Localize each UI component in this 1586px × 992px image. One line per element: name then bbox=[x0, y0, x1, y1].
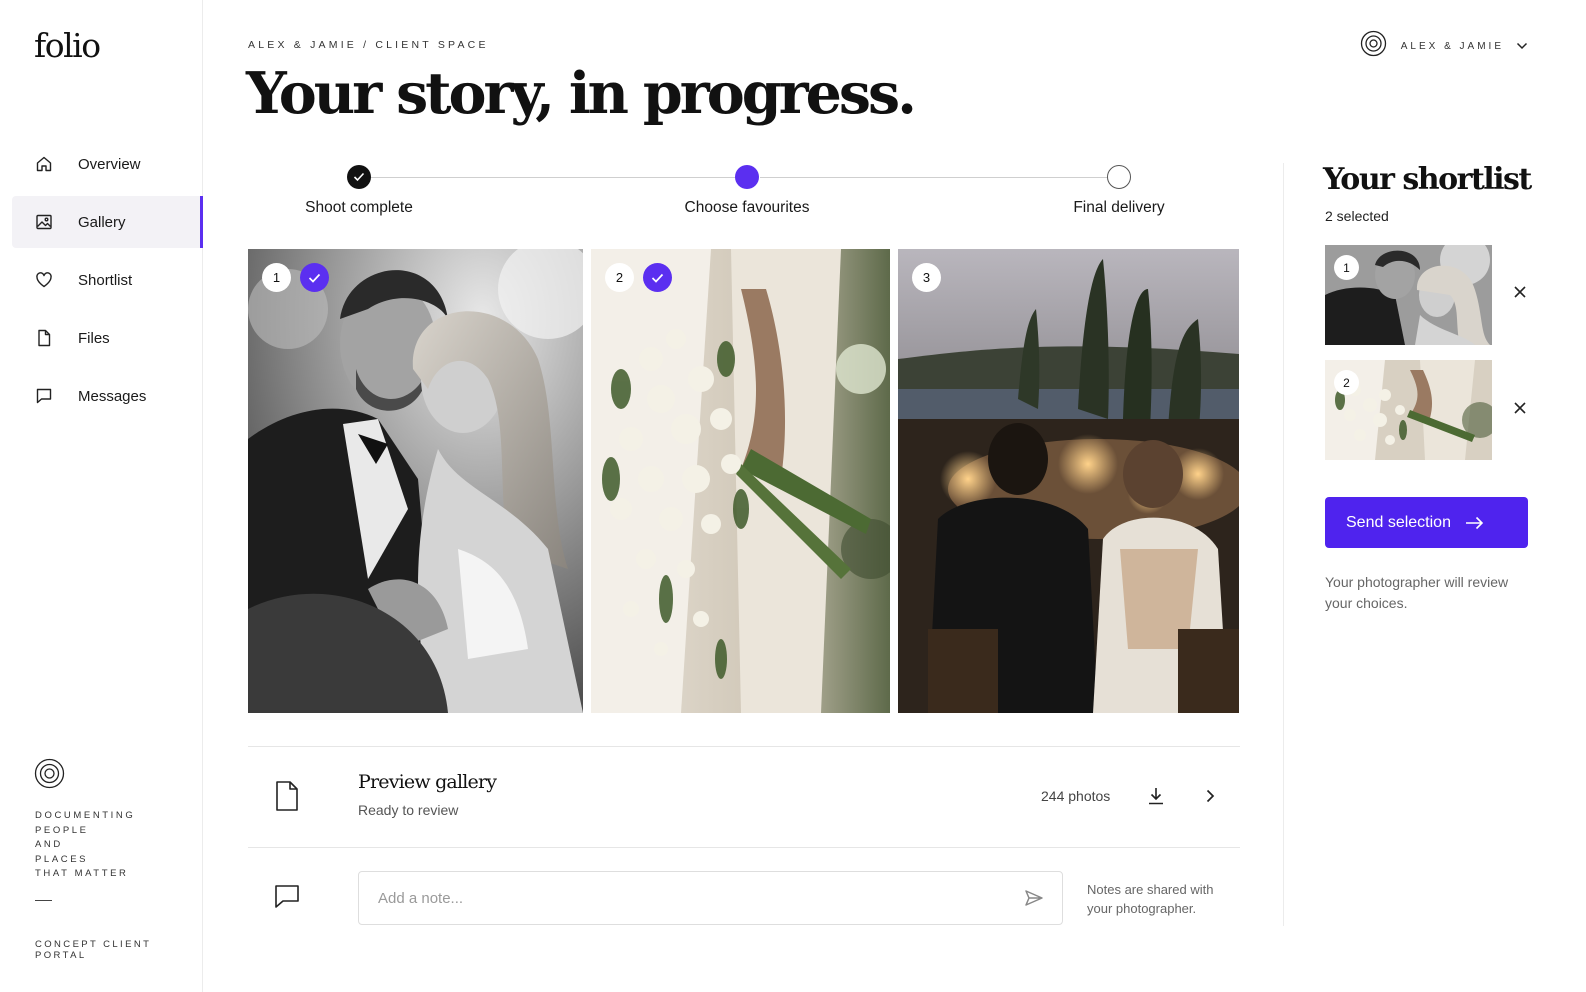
breadcrumb[interactable]: ALEX & JAMIE / CLIENT SPACE bbox=[248, 39, 489, 51]
shortlist-title: Your shortlist bbox=[1323, 162, 1532, 197]
shortlist-thumb-2[interactable]: 2 bbox=[1325, 360, 1492, 460]
footer-label: CONCEPT CLIENT PORTAL bbox=[35, 939, 152, 961]
step-current-icon bbox=[735, 165, 759, 189]
selected-check-icon[interactable] bbox=[300, 263, 329, 292]
step-done-icon bbox=[347, 165, 371, 189]
note-field[interactable] bbox=[358, 871, 1063, 925]
heart-icon bbox=[34, 270, 54, 290]
sidebar-item-label: Gallery bbox=[78, 213, 126, 231]
file-icon bbox=[34, 328, 54, 348]
sidebar-item-label: Messages bbox=[78, 387, 147, 405]
concentric-mark-icon bbox=[34, 758, 65, 794]
step-label-shoot-complete: Shoot complete bbox=[305, 199, 413, 216]
home-icon bbox=[34, 154, 54, 174]
sidebar-item-label: Shortlist bbox=[78, 271, 133, 289]
account-name: ALEX & JAMIE bbox=[1400, 40, 1504, 52]
chevron-right-icon[interactable] bbox=[1200, 786, 1220, 811]
logo[interactable]: folio bbox=[34, 26, 101, 65]
divider bbox=[35, 900, 52, 901]
step-connector bbox=[760, 177, 1107, 178]
sidebar-item-files[interactable]: Files bbox=[12, 312, 203, 364]
sidebar-item-gallery[interactable]: Gallery bbox=[12, 196, 203, 248]
arrow-right-icon bbox=[1465, 516, 1484, 530]
shortlist-count: 2 selected bbox=[1325, 208, 1389, 224]
photo-number-badge: 1 bbox=[262, 263, 291, 292]
send-icon[interactable] bbox=[1024, 888, 1044, 913]
step-connector bbox=[370, 177, 748, 178]
shortlist-thumb-1[interactable]: 1 bbox=[1325, 245, 1492, 345]
photo-count: 244 photos bbox=[1041, 788, 1111, 804]
sidebar-item-overview[interactable]: Overview bbox=[12, 138, 203, 190]
gallery-photo-3[interactable]: 3 bbox=[898, 249, 1239, 713]
sidebar-item-label: Files bbox=[78, 329, 110, 347]
divider bbox=[248, 746, 1240, 747]
preview-gallery-status: Ready to review bbox=[358, 802, 459, 818]
sidebar-nav: Overview Gallery Shortlist Files Message… bbox=[12, 138, 203, 428]
gallery-photo-1[interactable]: 1 bbox=[248, 249, 583, 713]
divider bbox=[248, 847, 1240, 848]
image-icon bbox=[34, 212, 54, 232]
message-icon bbox=[273, 882, 301, 915]
account-menu[interactable]: ALEX & JAMIE bbox=[1360, 30, 1528, 62]
step-label-final-delivery: Final delivery bbox=[1073, 199, 1165, 216]
remove-close-icon[interactable] bbox=[1512, 284, 1528, 305]
photo-number-badge: 2 bbox=[605, 263, 634, 292]
shortlist-help-text: Your photographer will review your choic… bbox=[1325, 574, 1509, 611]
sidebar-item-label: Overview bbox=[78, 155, 141, 173]
step-label-choose-favourites: Choose favourites bbox=[684, 199, 810, 216]
message-icon bbox=[34, 386, 54, 406]
chevron-down-icon bbox=[1516, 37, 1528, 55]
progress-stepper: Shoot complete Choose favourites Final d… bbox=[248, 163, 1240, 223]
sidebar: folio Overview Gallery Shortlist Files M… bbox=[0, 0, 203, 992]
send-selection-label: Send selection bbox=[1346, 513, 1451, 531]
note-help-text: Notes are shared with your photographer. bbox=[1087, 882, 1214, 916]
step-upcoming-icon bbox=[1107, 165, 1131, 189]
sidebar-item-messages[interactable]: Messages bbox=[12, 370, 203, 422]
account-avatar-icon bbox=[1360, 30, 1387, 62]
selected-check-icon[interactable] bbox=[643, 263, 672, 292]
page-title: Your story, in progress. bbox=[246, 60, 917, 127]
panel-divider bbox=[1283, 163, 1284, 926]
thumb-number-badge: 1 bbox=[1334, 255, 1359, 280]
thumb-number-badge: 2 bbox=[1334, 370, 1359, 395]
photo-dinner-image bbox=[898, 249, 1239, 713]
download-icon[interactable] bbox=[1146, 786, 1166, 811]
remove-close-icon[interactable] bbox=[1512, 400, 1528, 421]
gallery-photo-2[interactable]: 2 bbox=[591, 249, 890, 713]
send-selection-button[interactable]: Send selection bbox=[1325, 497, 1528, 548]
photo-bouquet-image bbox=[591, 249, 890, 713]
brand-tagline: DOCUMENTING PEOPLE AND PLACES THAT MATTE… bbox=[35, 810, 136, 879]
file-icon bbox=[273, 780, 301, 817]
photo-couple-image bbox=[248, 249, 583, 713]
note-input[interactable] bbox=[378, 872, 1018, 924]
photo-number-badge: 3 bbox=[912, 263, 941, 292]
sidebar-item-shortlist[interactable]: Shortlist bbox=[12, 254, 203, 306]
preview-gallery-title[interactable]: Preview gallery bbox=[358, 771, 497, 793]
